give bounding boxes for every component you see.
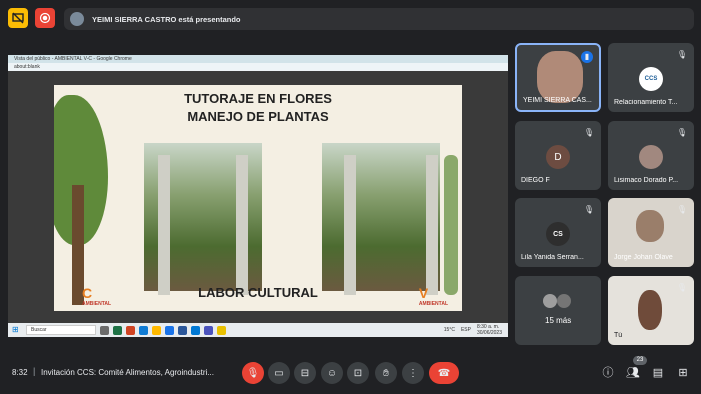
word-icon[interactable] [178,325,187,335]
language: ESP [460,327,471,333]
emoji-icon: ☺ [326,367,338,379]
logo-left: C AMBIENTAL [82,285,112,307]
present-button[interactable]: ⊡ [347,362,369,384]
person-figure [638,290,662,330]
person-figure [636,210,664,242]
chrome-title-bar: Vista del público - AMBIENTAL V-C - Goog… [8,55,508,63]
participant-name: Jorge Johan Olave [614,254,673,261]
mic-off-icon: 🎙︎ [583,205,595,214]
record-button[interactable] [35,8,55,28]
presenting-text: YEIMI SIERRA CASTRO está presentando [92,14,241,24]
mic-toggle-button[interactable]: 🎙︎ [242,362,264,384]
chrome-url-bar: about:blank [8,63,508,71]
captions-button[interactable]: ⊟ [294,362,316,384]
teams-icon[interactable] [204,325,213,335]
mic-off-icon: 🎙︎ [676,128,688,137]
hand-icon: ✋︎ [383,367,389,379]
participant-name: YEIMI SIERRA CAS... [523,97,592,104]
participant-tile[interactable]: 🎙︎ Lisimaco Dorado P... [608,121,694,190]
logo-right: V AMBIENTAL [418,285,448,307]
present-off-icon [12,12,24,24]
clock: 8:30 a. m. 30/06/2023 [476,324,502,336]
captions-icon: ⊟ [300,367,310,379]
vine-decoration [444,155,458,295]
photo-right [322,143,440,295]
presenter-avatar [70,12,84,26]
avatar [543,294,557,308]
slide-title-2: MANEJO DE PLANTAS [187,109,329,124]
mic-off-icon: 🎙︎ [676,50,688,59]
present-icon: ⊡ [353,367,363,379]
avatar: CCS [639,67,663,91]
presentation-view: Vista del público - AMBIENTAL V-C - Goog… [8,55,508,337]
participant-name: Lisimaco Dorado P... [614,177,679,184]
camera-icon: ▭ [274,367,284,379]
reactions-button[interactable]: ☺ [321,362,343,384]
clock-time: 8:32 [12,368,28,377]
mic-off-icon: 🎙︎ [676,205,688,214]
more-participants-tile[interactable]: 15 más [515,276,601,345]
system-tray: 15°C ESP 8:30 a. m. 30/06/2023 [444,324,508,336]
photo-left [144,143,262,295]
chrome-icon[interactable] [165,325,174,335]
mic-off-icon: 🎙︎ [583,128,595,137]
explorer-icon[interactable] [152,325,161,335]
call-end-icon: ☎︎ [437,367,451,379]
mic-off-icon: 🎙︎ [676,283,688,292]
powerpoint-icon[interactable] [126,325,135,335]
more-count: 15 más [545,316,572,325]
slide: TUTORAJE EN FLORES MANEJO DE PLANTAS LAB… [54,85,462,311]
avatar: D [546,145,570,169]
speaking-icon: ▮ [581,51,593,63]
taskbar-search[interactable]: Buscar [26,325,96,335]
slide-footer: LABOR CULTURAL [198,285,318,300]
participant-tile[interactable]: ▮ YEIMI SIERRA CAS... [515,43,601,112]
meeting-title: Invitación CCS: Comité Alimentos, Agroin… [41,368,214,377]
self-tile[interactable]: 🎙︎ Tú [608,276,694,345]
slide-title-1: TUTORAJE EN FLORES [184,91,332,106]
outlook-icon[interactable] [191,325,200,335]
activities-icon[interactable]: ⊞ [676,366,690,380]
more-options-button[interactable]: ⋮ [402,362,424,384]
camera-toggle-button[interactable]: ▭ [268,362,290,384]
present-icon-button[interactable] [8,8,28,28]
raise-hand-button[interactable]: ✋︎ [375,362,397,384]
chat-icon[interactable]: ▤ [651,366,665,380]
participant-tile[interactable]: CS 🎙︎ Lila Yanida Serran... [515,198,601,267]
participant-tile[interactable]: CCS 🎙︎ Relacionamiento T... [608,43,694,112]
edge-icon[interactable] [139,325,148,335]
participant-name: Relacionamiento T... [614,99,678,106]
slide-area: TUTORAJE EN FLORES MANEJO DE PLANTAS LAB… [8,71,508,323]
sticky-icon[interactable] [217,325,226,335]
separator: | [33,366,36,376]
avatar: CS [546,222,570,246]
video-feed [537,51,583,103]
participant-tile[interactable]: D 🎙︎ DIEGO F [515,121,601,190]
call-controls-bar: 8:32 | Invitación CCS: Comité Alimentos,… [0,356,701,394]
record-icon [39,12,51,24]
participant-name: Tú [614,332,623,339]
participant-tile[interactable]: 🎙︎ Jorge Johan Olave [608,198,694,267]
task-view-icon[interactable] [100,325,109,335]
windows-taskbar: ⊞ Buscar 15°C ESP 8:30 a. m. 30/06/2023 [8,323,508,337]
people-icon[interactable]: 👥︎ [626,366,640,380]
participant-name: Lila Yanida Serran... [521,254,584,261]
participant-count-badge: 23 [633,356,647,365]
presenting-banner: YEIMI SIERRA CASTRO está presentando [64,8,694,30]
leave-call-button[interactable]: ☎︎ [429,362,459,384]
info-icon[interactable]: ⓘ [601,366,615,380]
participant-name: DIEGO F [521,177,550,184]
excel-icon[interactable] [113,325,122,335]
weather-temp: 15°C [443,327,455,333]
more-vert-icon: ⋮ [408,367,418,379]
avatar [557,294,571,308]
mic-off-icon: 🎙︎ [246,367,260,379]
avatar [639,145,663,169]
windows-icon[interactable]: ⊞ [12,325,22,335]
